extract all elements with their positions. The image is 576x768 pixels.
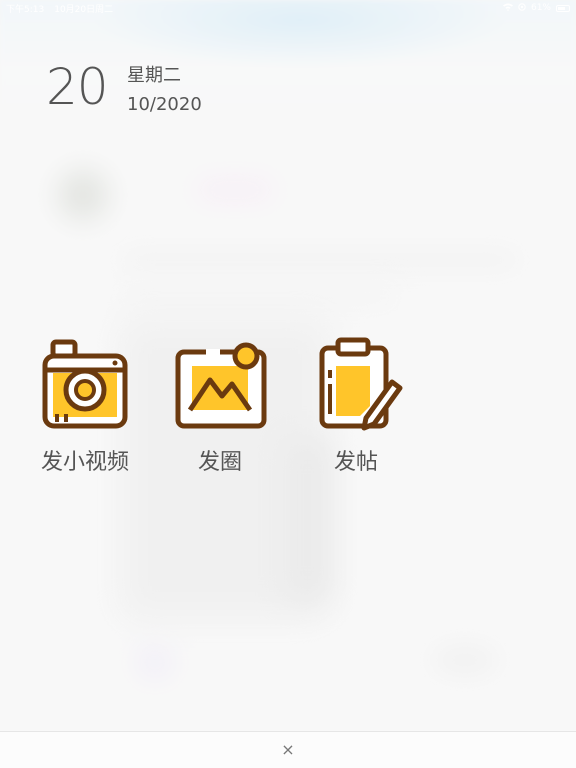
date-month-year: 10/2020 [127,94,202,115]
post-circle-label: 发圈 [197,450,242,475]
battery-percent: 61% [530,3,551,13]
post-circle-button[interactable]: 发圈 [160,336,280,476]
location-icon [518,2,526,14]
wifi-icon [502,3,513,14]
status-date: 10月20日周二 [54,4,114,15]
status-time: 下午5:13 [6,4,45,15]
status-bar: 下午5:13 10月20日周二 61% [0,0,576,16]
clipboard-pen-icon [296,336,416,436]
image-icon [160,336,280,436]
bottom-bar: × [0,731,576,768]
post-thread-label: 发帖 [333,450,378,475]
post-thread-button[interactable]: 发帖 [296,336,416,476]
close-button[interactable]: × [278,738,298,762]
camera-icon [25,336,145,436]
post-video-button[interactable]: 发小视频 [25,336,145,476]
battery-icon [556,4,570,12]
date-day: 20 [46,58,109,116]
post-video-label: 发小视频 [40,450,129,475]
date-weekday: 星期二 [127,65,181,86]
